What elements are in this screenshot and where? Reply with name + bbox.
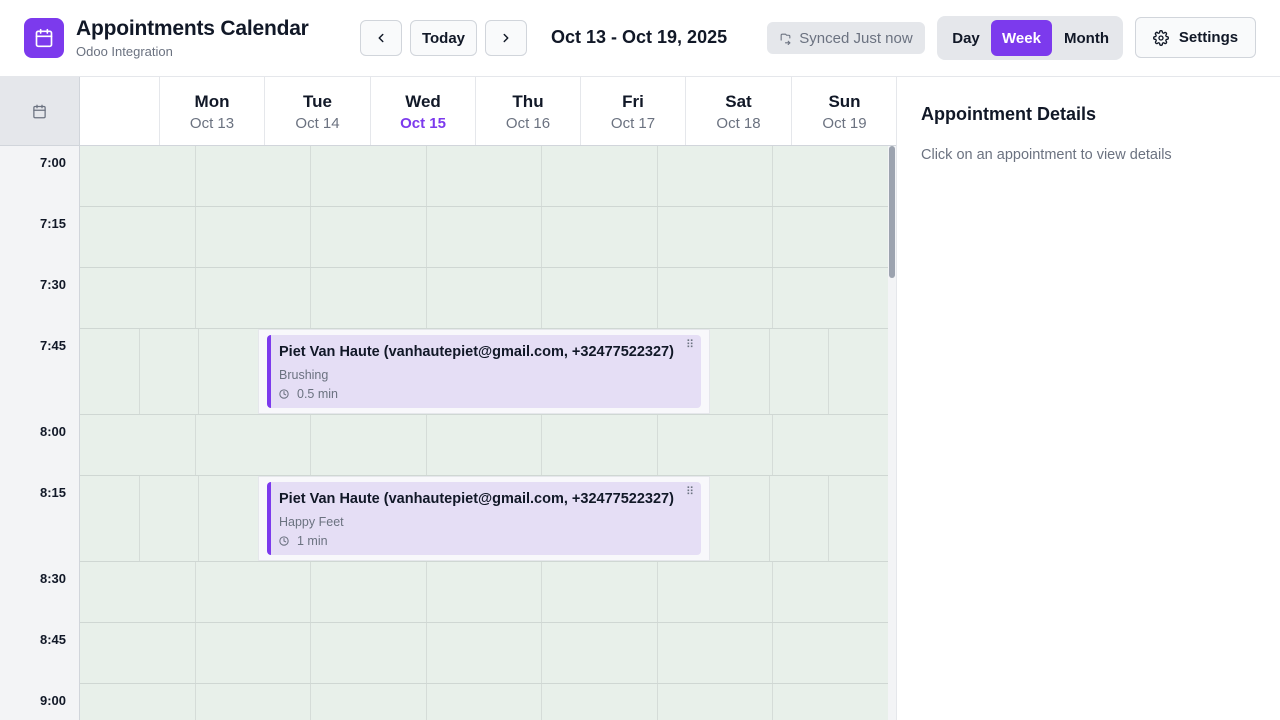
calendar-scrollbar[interactable] <box>888 146 896 720</box>
previous-week-button[interactable] <box>360 20 402 56</box>
drag-handle-icon[interactable]: ⠿ <box>686 340 694 351</box>
appointment-card[interactable]: Piet Van Haute (vanhautepiet@gmail.com, … <box>267 482 701 555</box>
time-column: 7:00 7:15 7:30 7:45 8:00 8:15 8:30 8:45 … <box>0 146 80 720</box>
appointment-title: Piet Van Haute (vanhautepiet@gmail.com, … <box>279 344 674 360</box>
view-month-button[interactable]: Month <box>1054 20 1119 56</box>
appointment-card[interactable]: Piet Van Haute (vanhautepiet@gmail.com, … <box>267 335 701 408</box>
duration-value: 1 min <box>297 534 328 548</box>
time-slot-row[interactable] <box>80 268 888 329</box>
gear-icon <box>1152 29 1169 46</box>
day-name: Thu <box>512 92 544 111</box>
appointment-duration: 0.5 min <box>279 387 338 401</box>
chevron-left-icon <box>378 33 384 43</box>
day-header-sun[interactable]: Sun Oct 19 <box>792 77 896 145</box>
appointment-details-panel: Appointment Details Click on an appointm… <box>897 77 1280 720</box>
day-date: Oct 14 <box>295 115 340 132</box>
day-header-fri[interactable]: Fri Oct 17 <box>581 77 686 145</box>
time-slot-row[interactable] <box>80 623 888 684</box>
appointment-type: Brushing <box>279 368 329 382</box>
today-button[interactable]: Today <box>410 20 477 56</box>
week-calendar: Mon Oct 13 Tue Oct 14 Wed Oct 15 Thu Oct… <box>0 77 897 720</box>
details-hint: Click on an appointment to view details <box>921 147 1172 163</box>
settings-button[interactable]: Settings <box>1135 17 1256 58</box>
appointment-title: Piet Van Haute (vanhautepiet@gmail.com, … <box>279 491 674 507</box>
view-week-button[interactable]: Week <box>991 20 1052 56</box>
day-header-mon[interactable]: Mon Oct 13 <box>160 77 265 145</box>
app-header: Appointments Calendar Odoo Integration T… <box>0 0 1280 77</box>
time-label: 7:30 <box>39 277 66 292</box>
day-header-wed[interactable]: Wed Oct 15 <box>371 77 476 145</box>
time-slot-row[interactable] <box>80 207 888 268</box>
time-label: 8:15 <box>39 485 66 500</box>
view-switcher: Day Week Month <box>937 16 1123 60</box>
scrollbar-thumb[interactable] <box>889 146 895 278</box>
day-name: Mon <box>194 92 230 111</box>
view-day-button[interactable]: Day <box>941 20 991 56</box>
app-subtitle: Odoo Integration <box>76 44 173 59</box>
time-label: 9:00 <box>39 693 66 708</box>
time-label: 7:00 <box>39 155 66 170</box>
time-slot-row[interactable] <box>80 146 888 207</box>
time-slot-row[interactable] <box>80 562 888 623</box>
time-label: 8:45 <box>39 632 66 647</box>
details-title: Appointment Details <box>921 104 1097 124</box>
day-name: Fri <box>622 92 644 111</box>
appointment-type: Happy Feet <box>279 515 344 529</box>
date-range-label: Oct 13 - Oct 19, 2025 <box>551 27 728 47</box>
clock-icon <box>279 536 289 546</box>
time-label: 8:30 <box>39 571 66 586</box>
duration-value: 0.5 min <box>297 387 338 401</box>
day-header-tue[interactable]: Tue Oct 14 <box>265 77 371 145</box>
sync-status: Synced Just now <box>767 22 925 54</box>
app-title: Appointments Calendar <box>76 17 309 40</box>
time-slot-row[interactable]: Piet Van Haute (vanhautepiet@gmail.com, … <box>80 476 888 562</box>
day-name: Wed <box>405 92 441 111</box>
time-slot-row[interactable] <box>80 415 888 476</box>
day-date: Oct 18 <box>716 115 761 132</box>
appointment-duration: 1 min <box>279 534 328 548</box>
time-label: 8:00 <box>39 424 66 439</box>
day-name: Tue <box>303 92 332 111</box>
calendar-corner <box>0 77 80 145</box>
sync-status-label: Synced Just now <box>799 29 913 47</box>
next-week-button[interactable] <box>485 20 527 56</box>
calendar-icon <box>24 18 64 58</box>
cloud-sync-icon <box>780 33 791 45</box>
day-date: Oct 16 <box>505 115 551 132</box>
day-date: Oct 19 <box>822 115 867 132</box>
event-container: Piet Van Haute (vanhautepiet@gmail.com, … <box>258 329 710 414</box>
time-slot-row[interactable] <box>80 684 888 720</box>
day-date: Oct 15 <box>400 115 446 132</box>
time-slot-row[interactable]: Piet Van Haute (vanhautepiet@gmail.com, … <box>80 329 888 415</box>
time-label: 7:45 <box>39 338 66 353</box>
day-date: Oct 17 <box>610 115 656 132</box>
time-label: 7:15 <box>39 216 66 231</box>
header-spacer <box>80 77 160 145</box>
drag-handle-icon[interactable]: ⠿ <box>686 487 694 498</box>
calendar-icon <box>33 104 46 118</box>
event-container: Piet Van Haute (vanhautepiet@gmail.com, … <box>258 476 710 561</box>
day-header-sat[interactable]: Sat Oct 18 <box>686 77 792 145</box>
time-grid: Piet Van Haute (vanhautepiet@gmail.com, … <box>80 146 888 720</box>
day-date: Oct 13 <box>189 115 235 132</box>
day-name: Sat <box>725 92 752 111</box>
chevron-right-icon <box>503 33 509 43</box>
day-header-thu[interactable]: Thu Oct 16 <box>476 77 581 145</box>
settings-label: Settings <box>1178 29 1239 46</box>
day-name: Sun <box>828 92 861 111</box>
clock-icon <box>279 389 289 399</box>
